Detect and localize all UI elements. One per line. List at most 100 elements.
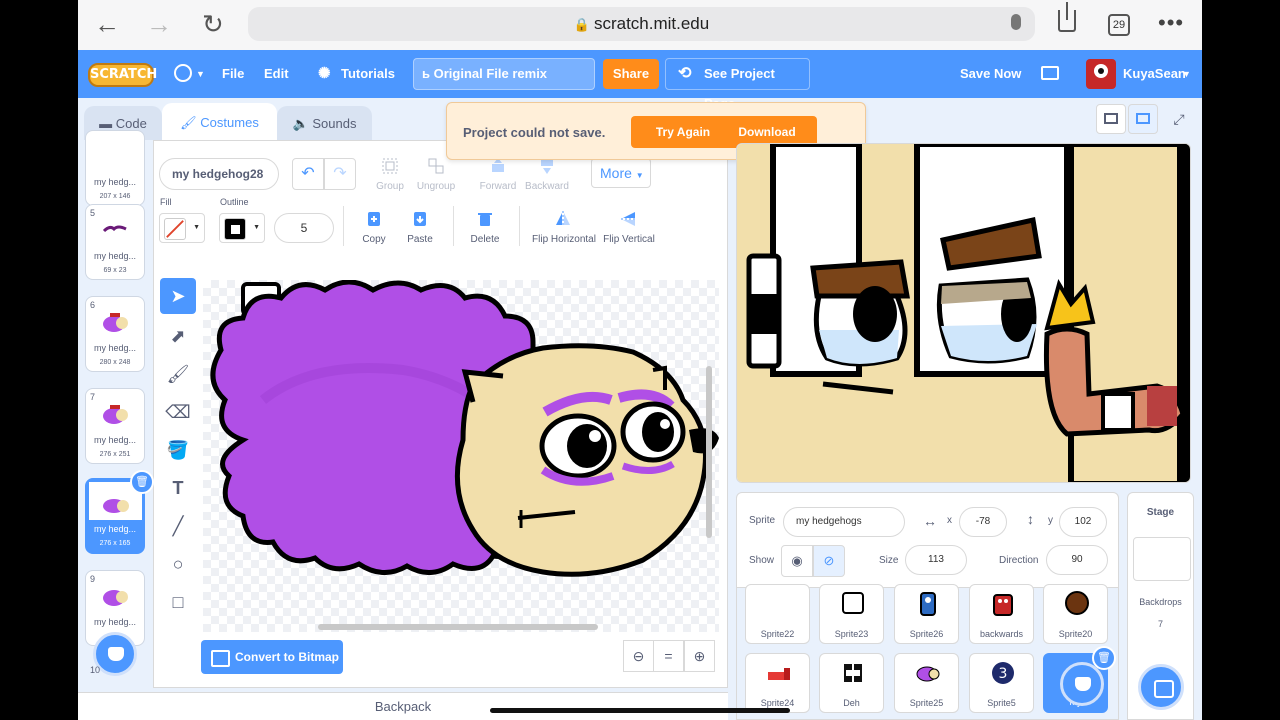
rectangle-tool-icon[interactable]: □ (160, 584, 196, 620)
stage-canvas[interactable] (736, 143, 1191, 483)
sprite-tile[interactable]: backwards (969, 584, 1034, 644)
horizontal-scrollbar[interactable] (318, 624, 598, 630)
zoom-reset-button[interactable]: = (653, 640, 684, 672)
costume-item[interactable]: 5 my hedg... 69 x 23 (85, 204, 145, 280)
redo-button[interactable] (324, 158, 356, 190)
costume-dimensions: 276 x 165 (99, 540, 131, 547)
group-icon[interactable] (382, 158, 398, 174)
url-bar[interactable]: 🔒 scratch.mit.edu (248, 7, 1035, 41)
back-icon[interactable]: ← (94, 10, 120, 38)
fill-swatch (164, 218, 186, 240)
trash-icon[interactable] (477, 211, 493, 227)
fill-tool-icon[interactable]: 🪣 (160, 432, 196, 468)
hide-sprite-eye-icon[interactable]: ⊘ (813, 545, 845, 577)
sprite-tile[interactable]: Sprite22 (745, 584, 810, 644)
y-input[interactable]: 102 (1059, 507, 1107, 537)
tab-costumes[interactable]: 🖌 Costumes (162, 103, 277, 143)
see-project-page-button[interactable]: See Project Page (665, 58, 810, 111)
tab-code-label: Code (115, 116, 147, 131)
small-stage-icon (1104, 113, 1118, 124)
username[interactable]: KuyaSean (1123, 66, 1186, 81)
outline-color-picker[interactable]: ▼ (219, 213, 265, 243)
sprite-tile[interactable]: Sprite23 (819, 584, 884, 644)
convert-to-bitmap-button[interactable]: Convert to Bitmap (201, 640, 343, 674)
costume-name-input[interactable]: my hedgehog28 (159, 158, 279, 190)
sprite-tile[interactable]: Sprite24 (745, 653, 810, 713)
normal-stage-button[interactable] (1128, 104, 1158, 134)
fill-color-picker[interactable]: ▼ (159, 213, 205, 243)
circle-tool-icon[interactable]: ○ (160, 546, 196, 582)
sprite-name: backwards (979, 629, 1024, 639)
group-label: Group (376, 181, 404, 192)
text-tool-icon[interactable]: T (160, 470, 196, 506)
sprite-tile[interactable]: Sprite20 (1043, 584, 1108, 644)
choose-sprite-button[interactable] (1060, 662, 1104, 706)
eraser-tool-icon[interactable]: ⌫ (160, 394, 196, 430)
size-input[interactable]: 113 (905, 545, 967, 575)
costume-number: 6 (90, 300, 96, 310)
stroke-width-input[interactable]: 5 (274, 213, 334, 243)
ungroup-icon[interactable] (428, 158, 444, 174)
show-label: Show (749, 555, 775, 566)
sprite-label: Sprite (749, 515, 776, 526)
flip-horizontal-icon[interactable] (555, 211, 571, 227)
mic-icon[interactable] (1011, 14, 1021, 30)
backward-icon[interactable] (539, 158, 555, 174)
vertical-scrollbar[interactable] (706, 366, 712, 538)
brush-tool-icon[interactable]: 🖌 (160, 356, 196, 392)
share-button[interactable]: Share (603, 59, 659, 89)
copy-icon[interactable] (366, 211, 382, 227)
choose-backdrop-button[interactable] (1138, 664, 1184, 710)
x-input[interactable]: -78 (959, 507, 1007, 537)
costume-item[interactable]: 7 my hedg... 276 x 251 (85, 388, 145, 464)
reload-icon[interactable]: ↻ (202, 10, 224, 38)
zoom-in-button[interactable]: ⊕ (684, 640, 715, 672)
share-icon[interactable] (1058, 2, 1076, 32)
home-indicator (490, 708, 790, 713)
costume-name: my hedg... (93, 177, 137, 187)
forward-icon[interactable]: → (146, 10, 172, 38)
tab-sounds[interactable]: 🔈 Sounds (277, 106, 372, 142)
paste-icon[interactable] (412, 211, 428, 227)
show-sprite-eye-icon[interactable]: ◉ (781, 545, 813, 577)
scratch-logo[interactable]: SCRATCH (88, 63, 157, 87)
sprite-name: Sprite26 (909, 629, 944, 639)
delete-costume-icon[interactable]: 🗑 (130, 470, 154, 494)
edit-menu[interactable]: Edit (264, 66, 289, 81)
more-button[interactable]: More ▼ (591, 158, 651, 188)
chevron-down-icon: ▼ (196, 69, 205, 79)
chevron-down-icon: ▼ (635, 171, 644, 180)
zoom-out-button[interactable]: ⊖ (623, 640, 654, 672)
tutorials-menu[interactable]: Tutorials (341, 66, 395, 81)
user-avatar[interactable] (1086, 59, 1116, 89)
sprite-list: Sprite22 Sprite23 Sprite26 backwards Spr… (736, 584, 1119, 720)
my-stuff-folder-icon[interactable] (1041, 66, 1059, 80)
language-globe-icon[interactable] (174, 64, 192, 82)
undo-button[interactable] (292, 158, 324, 190)
line-tool-icon[interactable]: ╱ (160, 508, 196, 544)
tab-count-icon[interactable]: 29 (1108, 14, 1130, 36)
tab-costumes-label: Costumes (200, 115, 259, 130)
sprite-tile[interactable]: 3 Sprite5 (969, 653, 1034, 713)
more-menu-icon[interactable]: ••• (1158, 10, 1184, 36)
sprite-tile[interactable]: Deh (819, 653, 884, 713)
fullscreen-icon[interactable]: ⤢ (1164, 104, 1194, 134)
backpack-bar[interactable]: Backpack (78, 692, 728, 720)
sprite-name-input[interactable]: my hedgehogs (783, 507, 905, 537)
scratch-menubar: SCRATCH ▼ File Edit ✺ Tutorials ь Origin… (78, 50, 1202, 111)
reshape-tool-icon[interactable]: ⬈ (160, 318, 196, 354)
forward-icon[interactable] (490, 158, 506, 174)
sprite-tile[interactable]: Sprite26 (894, 584, 959, 644)
project-title-input[interactable]: ь Original File remix (413, 58, 595, 90)
costume-item[interactable]: my hedg... 207 x 146 (85, 130, 145, 206)
select-tool-icon[interactable]: ➤ (160, 278, 196, 314)
small-stage-button[interactable] (1096, 104, 1126, 134)
file-menu[interactable]: File (222, 66, 244, 81)
direction-input[interactable]: 90 (1046, 545, 1108, 575)
costume-item[interactable]: 6 my hedg... 280 x 248 (85, 296, 145, 372)
save-now-button[interactable]: Save Now (960, 66, 1021, 81)
sprite-tile[interactable]: Sprite25 (894, 653, 959, 713)
flip-vertical-icon[interactable] (621, 211, 637, 227)
paint-canvas[interactable] (203, 280, 719, 632)
costume-number: 9 (90, 574, 96, 584)
